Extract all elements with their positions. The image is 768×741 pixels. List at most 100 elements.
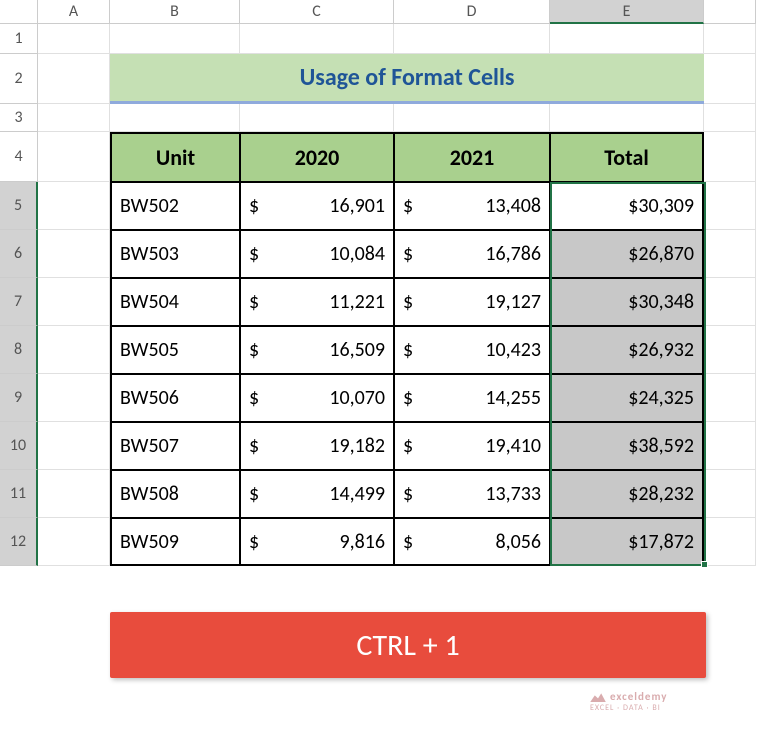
cell-d3[interactable] xyxy=(394,104,550,132)
cell-a2[interactable] xyxy=(38,54,110,104)
row-header-4[interactable]: 4 xyxy=(0,132,38,182)
col-header-c[interactable]: C xyxy=(240,0,394,24)
select-all-corner[interactable] xyxy=(0,0,38,24)
cell-unit[interactable]: BW509 xyxy=(110,518,240,566)
cell-b1[interactable] xyxy=(110,24,240,54)
cell-gutter-right[interactable] xyxy=(704,326,756,374)
cell-total[interactable]: $30,348 xyxy=(550,278,704,326)
cell-gutter[interactable] xyxy=(38,374,110,422)
cell-e3[interactable] xyxy=(550,104,704,132)
cell-total[interactable]: $24,325 xyxy=(550,374,704,422)
table-row: BW504$11,221$19,127$30,348 xyxy=(38,278,756,326)
cell-2020[interactable]: $14,499 xyxy=(240,470,394,518)
col-header-e[interactable]: E xyxy=(550,0,704,24)
cell-unit[interactable]: BW508 xyxy=(110,470,240,518)
shortcut-callout: CTRL + 1 xyxy=(110,612,706,678)
cell-a4[interactable] xyxy=(38,132,110,182)
cell-total[interactable]: $30,309 xyxy=(550,182,704,230)
cell-gutter[interactable] xyxy=(38,326,110,374)
table-row: BW508$14,499$13,733$28,232 xyxy=(38,470,756,518)
cell-2021[interactable]: $14,255 xyxy=(394,374,550,422)
column-headers: A B C D E xyxy=(38,0,756,24)
header-2020[interactable]: 2020 xyxy=(240,132,394,182)
col-header-b[interactable]: B xyxy=(110,0,240,24)
cell-b3[interactable] xyxy=(110,104,240,132)
table-row: BW506$10,070$14,255$24,325 xyxy=(38,374,756,422)
cell-gutter[interactable] xyxy=(38,422,110,470)
row-header-12[interactable]: 12 xyxy=(0,518,38,566)
cell-unit[interactable]: BW504 xyxy=(110,278,240,326)
cell-f3[interactable] xyxy=(704,104,756,132)
cell-unit[interactable]: BW502 xyxy=(110,182,240,230)
cell-f4[interactable] xyxy=(704,132,756,182)
cell-c3[interactable] xyxy=(240,104,394,132)
header-total[interactable]: Total xyxy=(550,132,704,182)
row-header-11[interactable]: 11 xyxy=(0,470,38,518)
cell-a3[interactable] xyxy=(38,104,110,132)
row-header-1[interactable]: 1 xyxy=(0,24,38,54)
col-header-d[interactable]: D xyxy=(394,0,550,24)
cell-2020[interactable]: $16,901 xyxy=(240,182,394,230)
title-banner[interactable]: Usage of Format Cells xyxy=(110,54,704,104)
cell-2020[interactable]: $10,070 xyxy=(240,374,394,422)
table-row: BW509$9,816$8,056$17,872 xyxy=(38,518,756,566)
cell-total[interactable]: $38,592 xyxy=(550,422,704,470)
cell-a1[interactable] xyxy=(38,24,110,54)
table-row: BW507$19,182$19,410$38,592 xyxy=(38,422,756,470)
row-header-6[interactable]: 6 xyxy=(0,230,38,278)
cell-e1[interactable] xyxy=(550,24,704,54)
cell-2020[interactable]: $19,182 xyxy=(240,422,394,470)
row-header-8[interactable]: 8 xyxy=(0,326,38,374)
cell-2021[interactable]: $16,786 xyxy=(394,230,550,278)
table-row: BW505$16,509$10,423$26,932 xyxy=(38,326,756,374)
row-header-5[interactable]: 5 xyxy=(0,182,38,230)
cell-gutter[interactable] xyxy=(38,470,110,518)
col-header-f[interactable] xyxy=(704,0,756,24)
header-unit[interactable]: Unit xyxy=(110,132,240,182)
cell-gutter[interactable] xyxy=(38,182,110,230)
cell-gutter-right[interactable] xyxy=(704,422,756,470)
cell-2021[interactable]: $8,056 xyxy=(394,518,550,566)
cell-gutter[interactable] xyxy=(38,278,110,326)
cell-gutter[interactable] xyxy=(38,518,110,566)
cell-total[interactable]: $26,932 xyxy=(550,326,704,374)
cell-grid: Usage of Format Cells Unit 2020 2021 Tot… xyxy=(38,24,756,566)
cell-gutter[interactable] xyxy=(38,230,110,278)
logo-icon xyxy=(590,692,606,702)
row-header-3[interactable]: 3 xyxy=(0,104,38,132)
cell-gutter-right[interactable] xyxy=(704,182,756,230)
cell-unit[interactable]: BW503 xyxy=(110,230,240,278)
cell-2021[interactable]: $13,408 xyxy=(394,182,550,230)
cell-gutter-right[interactable] xyxy=(704,230,756,278)
cell-gutter-right[interactable] xyxy=(704,470,756,518)
table-row: BW502$16,901$13,408$30,309 xyxy=(38,182,756,230)
row-header-9[interactable]: 9 xyxy=(0,374,38,422)
cell-f1[interactable] xyxy=(704,24,756,54)
row-header-10[interactable]: 10 xyxy=(0,422,38,470)
row-header-2[interactable]: 2 xyxy=(0,54,38,104)
header-2021[interactable]: 2021 xyxy=(394,132,550,182)
cell-2020[interactable]: $9,816 xyxy=(240,518,394,566)
cell-2021[interactable]: $19,410 xyxy=(394,422,550,470)
cell-2020[interactable]: $10,084 xyxy=(240,230,394,278)
cell-gutter-right[interactable] xyxy=(704,518,756,566)
cell-unit[interactable]: BW505 xyxy=(110,326,240,374)
table-row: BW503$10,084$16,786$26,870 xyxy=(38,230,756,278)
cell-total[interactable]: $28,232 xyxy=(550,470,704,518)
cell-2020[interactable]: $11,221 xyxy=(240,278,394,326)
cell-total[interactable]: $26,870 xyxy=(550,230,704,278)
cell-f2[interactable] xyxy=(704,54,756,104)
cell-gutter-right[interactable] xyxy=(704,278,756,326)
cell-total[interactable]: $17,872 xyxy=(550,518,704,566)
cell-c1[interactable] xyxy=(240,24,394,54)
cell-gutter-right[interactable] xyxy=(704,374,756,422)
cell-2020[interactable]: $16,509 xyxy=(240,326,394,374)
cell-d1[interactable] xyxy=(394,24,550,54)
cell-2021[interactable]: $10,423 xyxy=(394,326,550,374)
cell-unit[interactable]: BW507 xyxy=(110,422,240,470)
cell-unit[interactable]: BW506 xyxy=(110,374,240,422)
col-header-a[interactable]: A xyxy=(38,0,110,24)
cell-2021[interactable]: $19,127 xyxy=(394,278,550,326)
row-header-7[interactable]: 7 xyxy=(0,278,38,326)
cell-2021[interactable]: $13,733 xyxy=(394,470,550,518)
